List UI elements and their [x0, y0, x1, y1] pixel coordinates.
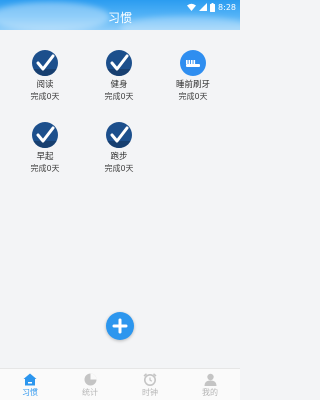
alarm-clock-icon [143, 373, 157, 386]
tab-label: 统计 [82, 388, 98, 397]
plus-icon [112, 318, 128, 334]
habit-done-count: 完成0天 [30, 92, 60, 101]
checkmark-badge-icon [32, 50, 58, 76]
tab-label: 我的 [202, 388, 218, 397]
habit-done-count: 完成0天 [104, 164, 134, 173]
habit-name: 睡前刷牙 [175, 80, 210, 90]
tab-profile[interactable]: 我的 [180, 369, 240, 400]
habit-name: 跑步 [110, 152, 128, 162]
habit-done-count: 完成0天 [30, 164, 60, 173]
checkmark-badge-icon [32, 122, 58, 148]
habit-item[interactable]: 阅读 完成0天 [15, 50, 75, 102]
tab-clock[interactable]: 时钟 [120, 369, 180, 400]
habit-name: 健身 [110, 80, 128, 90]
checkmark-badge-icon [106, 50, 132, 76]
add-habit-button[interactable] [106, 312, 134, 340]
home-icon [23, 373, 37, 386]
toothbrush-icon [180, 50, 206, 76]
habit-name: 早起 [36, 152, 54, 162]
tab-statistics[interactable]: 统计 [60, 369, 120, 400]
app-header: 8:28 习惯 [0, 0, 240, 30]
tab-habits[interactable]: 习惯 [0, 369, 60, 400]
tab-label: 习惯 [22, 388, 38, 397]
habit-done-count: 完成0天 [178, 92, 208, 101]
habit-done-count: 完成0天 [104, 92, 134, 101]
bottom-tab-bar: 习惯 统计 时钟 我的 [0, 368, 240, 400]
habit-name: 阅读 [36, 80, 54, 90]
pie-chart-icon [84, 373, 96, 386]
habit-item[interactable]: 早起 完成0天 [15, 122, 75, 174]
page-title: 习惯 [107, 11, 132, 25]
habit-item[interactable]: 健身 完成0天 [89, 50, 149, 102]
user-icon [204, 373, 216, 386]
checkmark-badge-icon [106, 122, 132, 148]
habit-item[interactable]: 睡前刷牙 完成0天 [163, 50, 223, 102]
habit-item[interactable]: 跑步 完成0天 [89, 122, 149, 174]
tab-label: 时钟 [142, 388, 158, 397]
